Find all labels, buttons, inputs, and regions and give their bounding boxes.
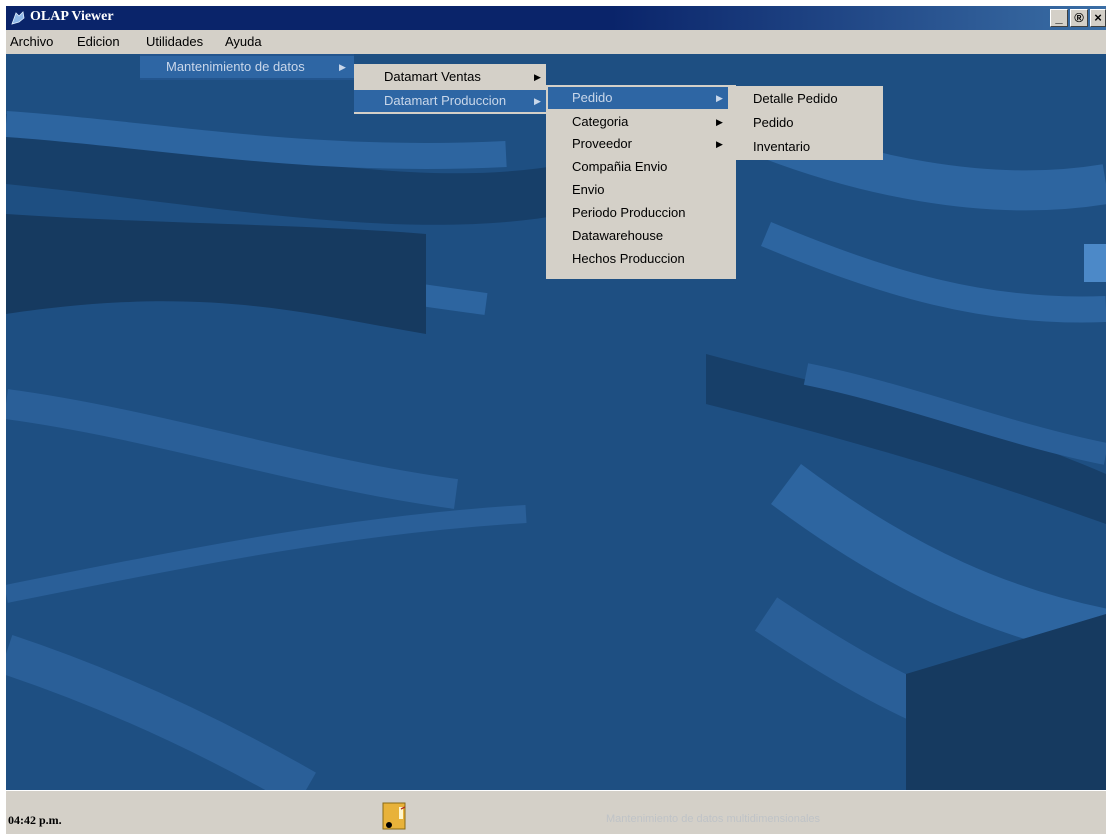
title-bar[interactable]: OLAP Viewer _ ® ×: [6, 6, 1106, 30]
window-title: OLAP Viewer: [30, 9, 114, 24]
menu-item-label: Mantenimiento de datos: [166, 59, 305, 74]
menu-item-pedido-sub[interactable]: Pedido: [735, 112, 883, 134]
menu-mantenimiento-submenu: Datamart Ventas ▶ Datamart Produccion ▶: [354, 64, 546, 114]
close-button[interactable]: ×: [1090, 9, 1106, 27]
menu-item-label: Inventario: [753, 139, 811, 154]
status-clock: 04:42 p.m.: [8, 813, 62, 827]
menu-item-datawarehouse[interactable]: Datawarehouse: [548, 225, 728, 247]
submenu-arrow-icon: ▶: [716, 93, 723, 103]
menu-item-label: Datawarehouse: [572, 228, 664, 243]
document-icon: [382, 802, 406, 830]
menu-edicion[interactable]: Edicion: [77, 34, 120, 49]
menu-item-label: Pedido: [753, 115, 794, 130]
app-icon: [11, 11, 25, 25]
menu-item-proveedor[interactable]: Proveedor: [548, 133, 728, 155]
menu-item-label: Categoria: [572, 114, 629, 129]
status-bar: 04:42 p.m. Mantenimiento de datos multid…: [6, 790, 1106, 834]
menu-produccion-submenu: Pedido ▶ Categoria ▶ Proveedor ▶ Compañi…: [546, 85, 736, 279]
app-window: OLAP Viewer _ ® × Archivo Edicion Utilid…: [6, 6, 1106, 834]
status-message: Mantenimiento de datos multidimensionale…: [606, 813, 821, 825]
menu-utilidades[interactable]: Utilidades: [146, 34, 203, 49]
menu-item-label: Compañia Envio: [572, 159, 668, 174]
menu-item-detalle-pedido[interactable]: Detalle Pedido: [735, 88, 883, 110]
menu-item-mantenimiento[interactable]: Mantenimiento de datos: [140, 56, 354, 78]
submenu-arrow-icon: ▶: [534, 72, 541, 82]
submenu-arrow-icon: ▶: [716, 139, 723, 149]
menu-item-periodo-produccion[interactable]: Periodo Produccion: [548, 202, 728, 224]
submenu-arrow-icon: ▶: [339, 62, 346, 72]
menu-utilidades-dropdown: Mantenimiento de datos ▶: [140, 54, 354, 80]
menu-item-label: Detalle Pedido: [753, 91, 838, 106]
minimize-button[interactable]: _: [1050, 9, 1068, 27]
menu-item-compania-envio[interactable]: Compañia Envio: [548, 156, 728, 178]
menu-item-label: Hechos Produccion: [572, 251, 685, 266]
menu-item-label: Periodo Produccion: [572, 205, 686, 220]
desktop-background: Mantenimiento de datos ▶ Datamart Ventas…: [6, 54, 1106, 790]
menu-item-label: Datamart Produccion: [384, 93, 507, 108]
menu-item-datamart-produccion[interactable]: Datamart Produccion: [354, 90, 546, 112]
menu-archivo[interactable]: Archivo: [10, 34, 53, 49]
menu-item-label: Pedido: [572, 90, 613, 105]
menu-ayuda[interactable]: Ayuda: [225, 34, 262, 49]
menu-item-label: Proveedor: [572, 136, 632, 151]
menu-item-envio[interactable]: Envio: [548, 179, 728, 201]
menu-item-datamart-ventas[interactable]: Datamart Ventas: [354, 66, 546, 88]
menu-bar: Archivo Edicion Utilidades Ayuda: [6, 30, 1106, 54]
menu-item-inventario[interactable]: Inventario: [735, 136, 883, 158]
menu-item-label: Envio: [572, 182, 605, 197]
menu-item-pedido[interactable]: Pedido: [548, 87, 728, 109]
menu-item-label: Datamart Ventas: [384, 69, 481, 84]
menu-item-hechos-produccion[interactable]: Hechos Produccion: [548, 248, 728, 270]
menu-item-categoria[interactable]: Categoria: [548, 111, 728, 133]
submenu-arrow-icon: ▶: [716, 117, 723, 127]
menu-pedido-submenu: Detalle Pedido Pedido Inventario: [735, 86, 883, 160]
submenu-arrow-icon: ▶: [534, 96, 541, 106]
restore-button[interactable]: ®: [1070, 9, 1088, 27]
